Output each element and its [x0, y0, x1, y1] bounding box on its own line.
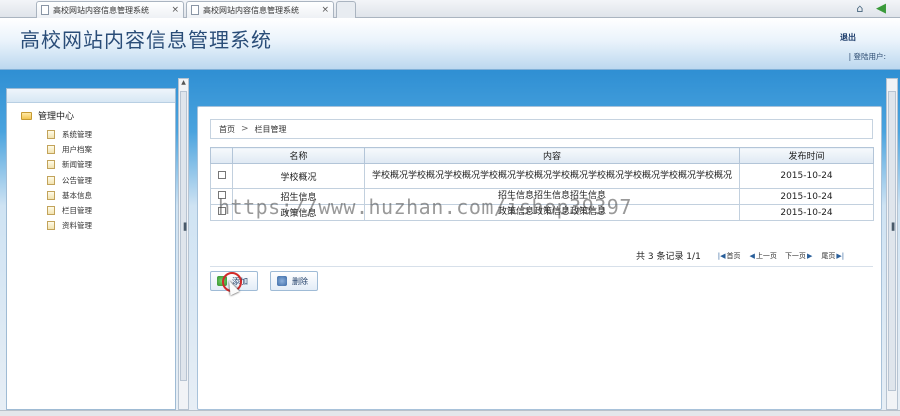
new-tab-button[interactable] [336, 1, 356, 18]
row-select-cell [210, 188, 233, 205]
tab-title: 高校网站内容信息管理系统 [53, 5, 149, 15]
back-arrow-icon[interactable]: ◀ [874, 2, 888, 16]
scrollbar-thumb[interactable] [180, 91, 187, 381]
scrollbar-thumb[interactable] [888, 91, 896, 391]
tree-root-management-center[interactable]: 管理中心 [21, 109, 74, 122]
sidebar-menu: 系统管理 用户档案 新闻管理 公告管理 基本信息 栏目管理 资料管理 [47, 127, 92, 233]
table-header-row: 名称 内容 发布时间 [210, 147, 874, 164]
date-cell: 2015-10-24 [739, 163, 874, 189]
row-select-cell [210, 204, 233, 221]
breadcrumb-separator: > [241, 124, 249, 134]
name-cell: 政策信息 [232, 204, 365, 221]
collapse-right-icon[interactable]: ▐ [889, 223, 894, 231]
close-icon[interactable]: × [171, 5, 179, 15]
page-icon [47, 130, 55, 140]
sidebar-item-basic-info[interactable]: 基本信息 [47, 188, 92, 203]
name-cell: 学校概况 [232, 163, 365, 189]
page-icon [47, 175, 55, 185]
page-icon [191, 5, 199, 15]
breadcrumb: 首页 > 栏目管理 [210, 119, 873, 139]
table-row[interactable]: 招生信息 招生信息招生信息招生信息 2015-10-24 [210, 188, 874, 205]
row-checkbox[interactable] [217, 170, 226, 179]
next-page-icon: ▶ [806, 251, 813, 260]
sidebar-scrollbar[interactable]: ▲ [178, 78, 189, 410]
sidebar: 管理中心 系统管理 用户档案 新闻管理 公告管理 基本信息 栏目管理 资料管理 [6, 88, 176, 410]
column-table: 名称 内容 发布时间 学校概况 学校概况学校概况学校概况学校概况学校概况学校概况… [210, 147, 874, 221]
sidebar-header [7, 89, 175, 103]
row-checkbox[interactable] [217, 191, 226, 199]
row-checkbox[interactable] [217, 207, 226, 215]
sidebar-item-news[interactable]: 新闻管理 [47, 157, 92, 172]
date-cell: 2015-10-24 [739, 188, 874, 205]
first-page-link[interactable]: |◀ 首页 [717, 251, 741, 261]
row-select-cell [210, 163, 233, 189]
page-icon [47, 160, 55, 170]
tree-root-label: 管理中心 [38, 112, 75, 122]
sidebar-item-users[interactable]: 用户档案 [47, 142, 92, 157]
page-icon [41, 5, 49, 15]
header-name[interactable]: 名称 [232, 147, 365, 164]
last-page-link[interactable]: 尾页 ▶| [821, 251, 845, 261]
logout-link[interactable]: 退出 [840, 32, 856, 43]
table-row[interactable]: 政策信息 政策信息政策信息政策信息 2015-10-24 [210, 204, 874, 221]
app-header: 高校网站内容信息管理系统 退出 | 登陆用户: [0, 18, 900, 70]
next-page-link[interactable]: 下一页 ▶ [785, 251, 813, 261]
last-page-icon: ▶| [836, 251, 845, 260]
status-bar [0, 410, 900, 416]
content-cell: 政策信息政策信息政策信息 [364, 204, 740, 221]
first-page-icon: |◀ [717, 251, 726, 260]
folder-open-icon [21, 111, 32, 120]
page-icon [47, 206, 55, 216]
delete-icon [277, 276, 287, 286]
collapse-sidebar-icon[interactable]: ▐ [181, 223, 186, 231]
page-icon [47, 190, 55, 200]
home-icon[interactable]: ⌂ [854, 3, 866, 15]
current-user-label: | 登陆用户: [848, 52, 886, 61]
header-select [210, 147, 233, 164]
prev-page-link[interactable]: ◀ 上一页 [749, 251, 777, 261]
table-row[interactable]: 学校概况 学校概况学校概况学校概况学校概况学校概况学校概况学校概况学校概况学校概… [210, 163, 874, 189]
sidebar-item-announcements[interactable]: 公告管理 [47, 173, 92, 188]
browser-tab-strip: 高校网站内容信息管理系统 × 高校网站内容信息管理系统 × ⌂ ◀ [0, 0, 900, 18]
divider [210, 266, 873, 267]
name-cell: 招生信息 [232, 188, 365, 205]
scroll-up-icon[interactable]: ▲ [179, 79, 188, 89]
main-scrollbar[interactable] [886, 78, 898, 410]
close-icon[interactable]: × [321, 5, 329, 15]
header-content[interactable]: 内容 [364, 147, 740, 164]
date-cell: 2015-10-24 [739, 204, 874, 221]
prev-page-icon: ◀ [749, 251, 755, 260]
pagination: 共 3 条记录 1/1 |◀ 首页 ◀ 上一页 下一页 ▶ 尾页 ▶| [636, 249, 845, 263]
tab-title: 高校网站内容信息管理系统 [203, 5, 299, 15]
main-panel: 首页 > 栏目管理 名称 内容 发布时间 学校概况 学校概况学校概况学校概况学校… [197, 106, 882, 410]
delete-button[interactable]: 删除 [270, 271, 318, 291]
sidebar-item-system[interactable]: 系统管理 [47, 127, 92, 142]
content-cell: 学校概况学校概况学校概况学校概况学校概况学校概况学校概况学校概况学校概况学校概况 [364, 163, 740, 189]
page-icon [47, 145, 55, 155]
page-icon [47, 221, 55, 231]
sidebar-item-materials[interactable]: 资料管理 [47, 218, 92, 233]
sidebar-item-columns[interactable]: 栏目管理 [47, 203, 92, 218]
browser-tab-1[interactable]: 高校网站内容信息管理系统 × [36, 1, 184, 18]
record-count: 共 3 条记录 1/1 [636, 252, 701, 262]
content-cell: 招生信息招生信息招生信息 [364, 188, 740, 205]
app-title: 高校网站内容信息管理系统 [20, 28, 272, 52]
breadcrumb-current: 栏目管理 [254, 124, 287, 134]
browser-tab-2[interactable]: 高校网站内容信息管理系统 × [186, 1, 334, 18]
header-date[interactable]: 发布时间 [739, 147, 874, 164]
breadcrumb-home[interactable]: 首页 [219, 124, 235, 135]
